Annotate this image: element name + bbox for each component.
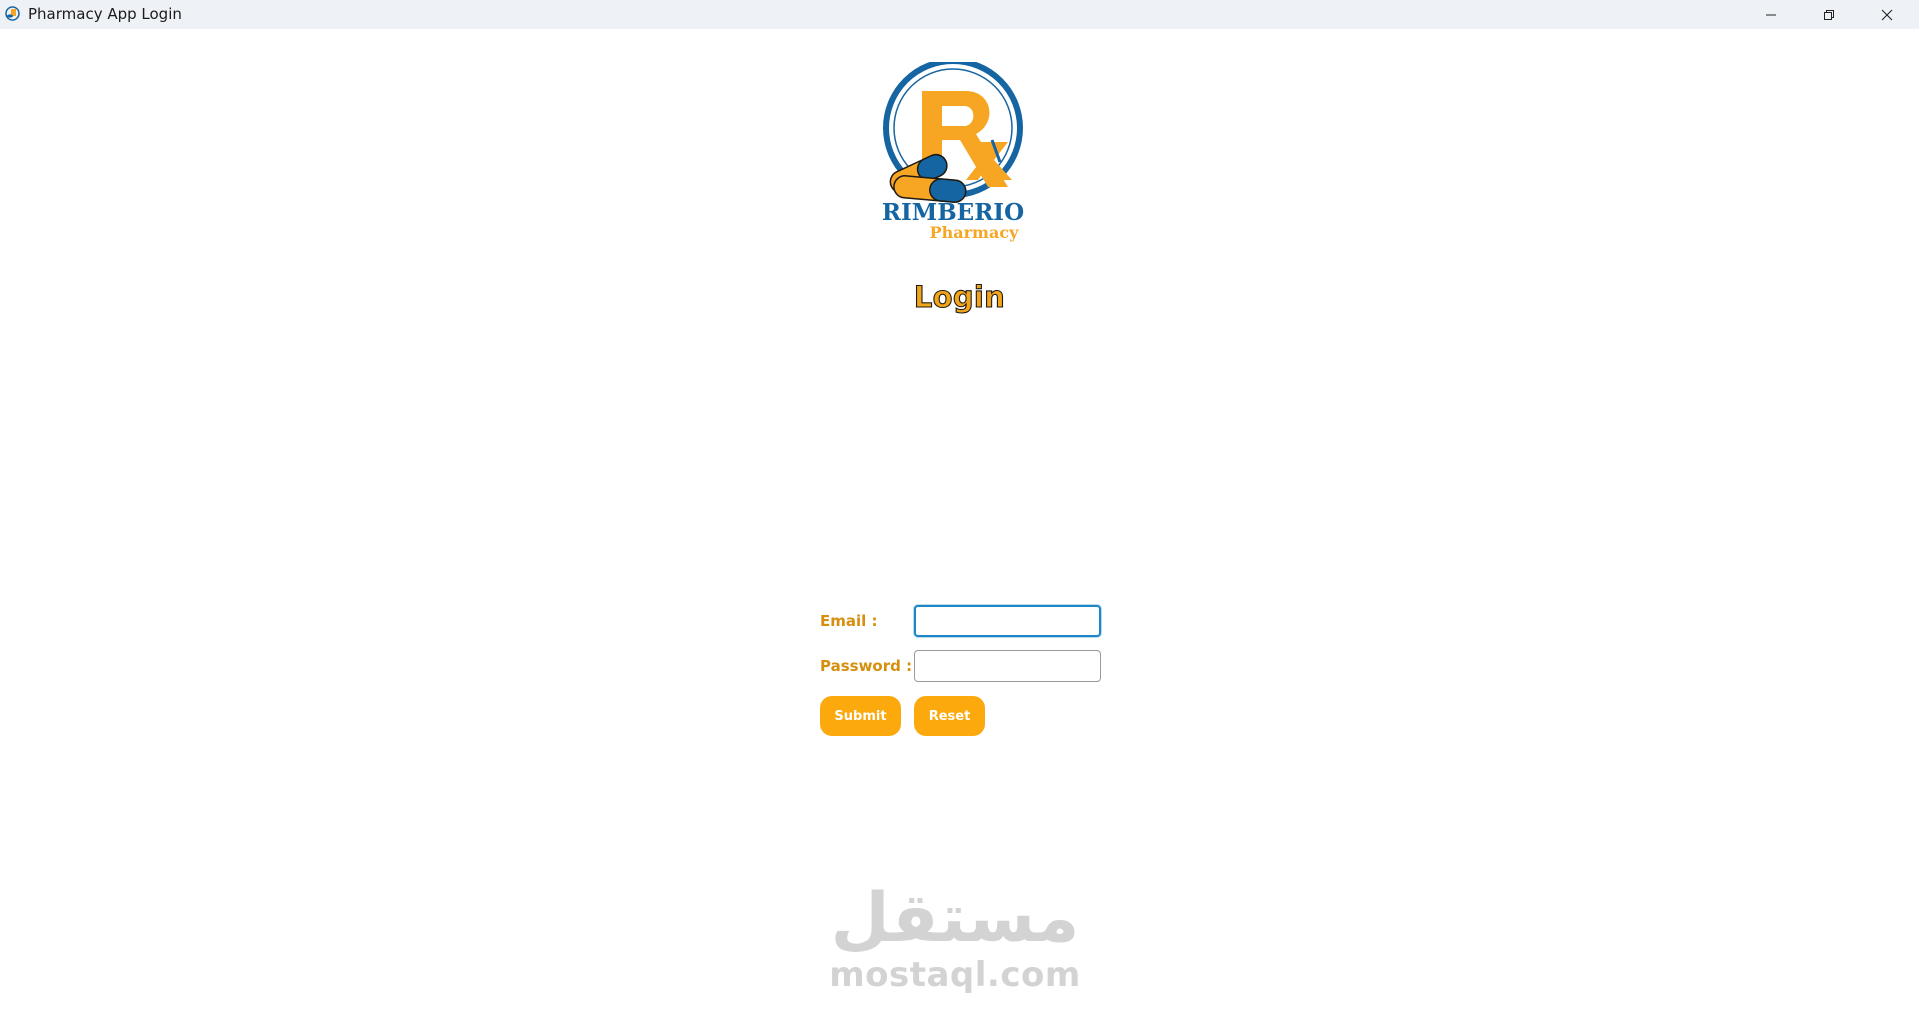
minimize-icon bbox=[1766, 14, 1776, 15]
close-icon bbox=[1881, 9, 1893, 20]
window-title-bar: Pharmacy App Login bbox=[0, 0, 1919, 29]
email-label: Email : bbox=[820, 612, 878, 630]
email-field[interactable] bbox=[914, 605, 1101, 637]
password-label: Password : bbox=[820, 657, 913, 675]
watermark: مستقل mostaql.com bbox=[820, 882, 1090, 1002]
logo-brand: RIMBERIO bbox=[882, 199, 1024, 226]
reset-button[interactable]: Reset bbox=[914, 696, 985, 736]
app-icon bbox=[5, 6, 20, 21]
restore-icon bbox=[1824, 9, 1834, 20]
password-field[interactable] bbox=[914, 650, 1101, 682]
page-title: Login bbox=[913, 279, 1006, 314]
logo-subtitle: Pharmacy bbox=[930, 223, 1020, 242]
window-title: Pharmacy App Login bbox=[28, 5, 182, 23]
watermark-arabic: مستقل bbox=[830, 879, 1080, 958]
restore-button[interactable] bbox=[1800, 0, 1858, 29]
minimize-button[interactable] bbox=[1742, 0, 1800, 29]
pharmacy-logo: RIMBERIO Pharmacy bbox=[882, 62, 1024, 242]
watermark-latin: mostaql.com bbox=[829, 955, 1081, 995]
submit-button[interactable]: Submit bbox=[820, 696, 901, 736]
close-button[interactable] bbox=[1858, 0, 1916, 29]
